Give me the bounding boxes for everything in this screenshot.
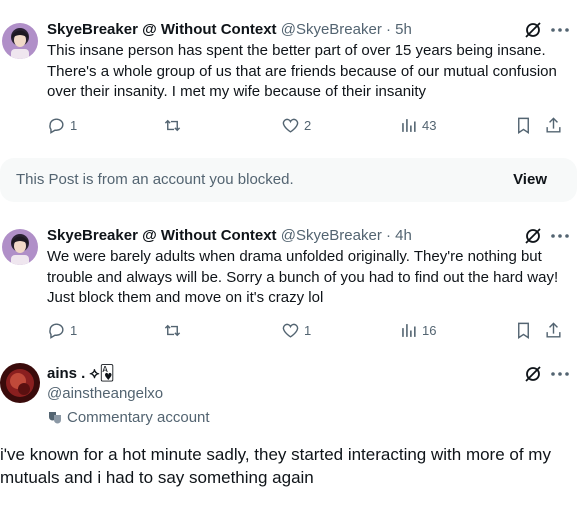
retweet-icon <box>164 119 181 131</box>
post-2[interactable]: SkyeBreaker @ Without Context @SkyeBreak… <box>0 210 587 350</box>
grok-icon[interactable] <box>523 20 543 40</box>
more-icon[interactable] <box>549 20 571 40</box>
blocked-message: This Post is from an account you blocked… <box>16 171 294 188</box>
retweet-icon <box>164 324 181 336</box>
retweet-button[interactable] <box>163 115 186 135</box>
views-button[interactable]: 16 <box>399 320 436 340</box>
commentary-text: Commentary account <box>67 408 210 426</box>
avatar[interactable] <box>0 363 40 403</box>
author-name[interactable]: SkyeBreaker @ Without Context <box>47 227 277 244</box>
author-name[interactable]: SkyeBreaker @ Without Context <box>47 21 277 38</box>
retweet-button[interactable] <box>163 320 186 340</box>
views-icon <box>402 323 416 337</box>
post-header: SkyeBreaker @ Without Context @SkyeBreak… <box>47 226 587 246</box>
commentary-label: Commentary account <box>47 407 210 427</box>
views-button[interactable]: 43 <box>399 115 436 135</box>
bookmark-button[interactable] <box>514 320 537 340</box>
action-bar: 1 1 16 <box>47 320 587 340</box>
share-icon <box>546 321 561 338</box>
post-1[interactable]: SkyeBreaker @ Without Context @SkyeBreak… <box>0 0 587 150</box>
more-icon[interactable] <box>549 364 571 384</box>
bookmark-button[interactable] <box>514 115 537 135</box>
avatar[interactable] <box>2 229 38 265</box>
heart-icon <box>282 323 299 338</box>
view-button[interactable]: View <box>513 171 547 188</box>
action-bar: 1 2 43 <box>47 115 587 135</box>
like-count: 1 <box>304 322 312 338</box>
reply-author-name[interactable]: ains . ⟡🂱 <box>47 364 115 384</box>
share-button[interactable] <box>544 115 567 135</box>
more-icon[interactable] <box>549 226 571 246</box>
reply-author-handle[interactable]: @ainstheangelxo <box>47 384 163 404</box>
heart-icon <box>282 118 299 133</box>
avatar[interactable] <box>2 23 38 59</box>
theater-masks-icon <box>49 412 61 424</box>
reply-icon <box>49 322 64 339</box>
reply-text: i've known for a hot minute sadly, they … <box>0 445 551 487</box>
like-count: 2 <box>304 117 312 133</box>
post-header: SkyeBreaker @ Without Context @SkyeBreak… <box>47 20 587 40</box>
bookmark-icon <box>518 117 529 134</box>
views-count: 43 <box>422 117 437 133</box>
reply-button[interactable]: 1 <box>47 320 77 340</box>
post-time[interactable]: · 5h <box>386 21 412 38</box>
reply-icon <box>49 117 64 134</box>
post-time[interactable]: · 4h <box>386 227 412 244</box>
share-button[interactable] <box>544 320 567 340</box>
views-icon <box>402 118 416 132</box>
grok-icon[interactable] <box>523 364 543 384</box>
author-handle[interactable]: @SkyeBreaker <box>281 227 382 244</box>
reply-count: 1 <box>70 117 78 133</box>
blocked-post-notice: This Post is from an account you blocked… <box>0 158 577 202</box>
post-text: This insane person has spent the better … <box>47 42 557 100</box>
reply-count: 1 <box>70 322 78 338</box>
like-button[interactable]: 2 <box>281 115 311 135</box>
views-count: 16 <box>422 322 437 338</box>
author-handle[interactable]: @SkyeBreaker <box>281 21 382 38</box>
share-icon <box>546 116 561 133</box>
reply-button[interactable]: 1 <box>47 115 77 135</box>
like-button[interactable]: 1 <box>281 320 311 340</box>
bookmark-icon <box>518 322 529 339</box>
grok-icon[interactable] <box>523 226 543 246</box>
post-text: We were barely adults when drama unfolde… <box>47 248 559 306</box>
